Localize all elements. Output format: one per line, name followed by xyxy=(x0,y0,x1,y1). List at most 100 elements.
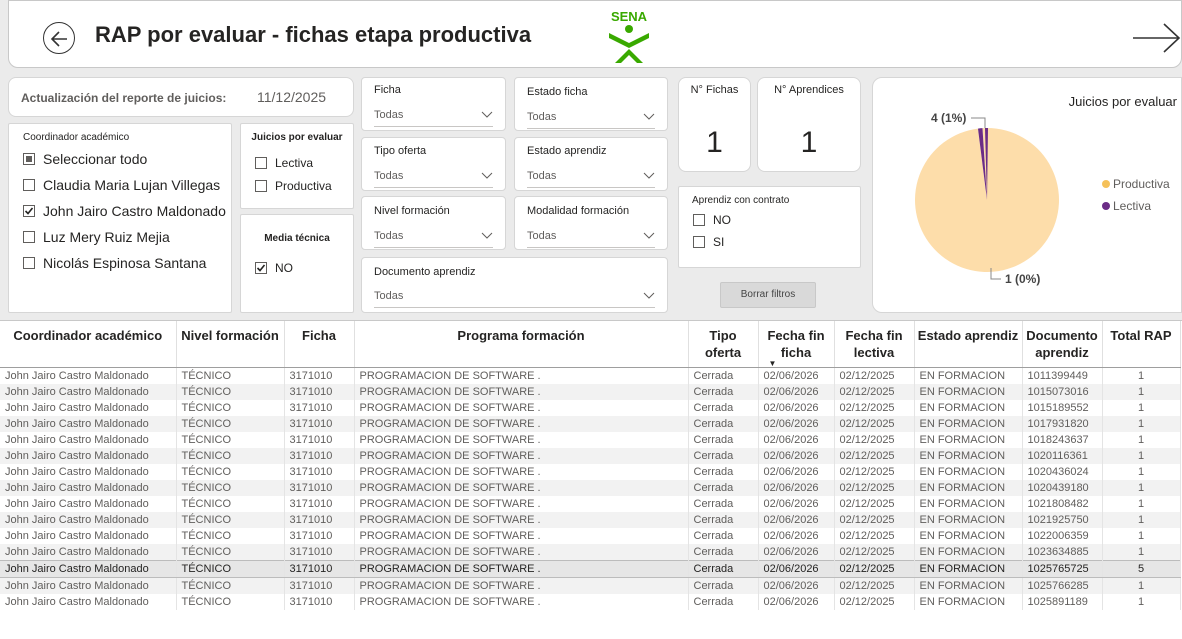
table-cell: 1015189552 xyxy=(1022,400,1103,416)
table-cell: EN FORMACION xyxy=(914,384,1023,400)
column-header[interactable]: Ficha xyxy=(284,321,355,368)
table-cell: 02/12/2025 xyxy=(834,496,915,512)
slicer-title: Coordinador académico xyxy=(23,132,130,143)
option-label: NO xyxy=(275,261,293,275)
modalidad-dropdown[interactable]: Todas xyxy=(527,226,655,248)
table-cell: PROGRAMACION DE SOFTWARE . xyxy=(354,384,689,400)
update-date-card: Actualización del reporte de juicios: 11… xyxy=(8,77,354,117)
table-cell: 02/12/2025 xyxy=(834,367,915,384)
table-header-row: Coordinador académico Nivel formación Fi… xyxy=(0,321,1181,368)
checkbox-icon[interactable] xyxy=(255,157,267,169)
column-header[interactable]: Nivel formación xyxy=(176,321,285,368)
clear-filters-button[interactable]: Borrar filtros xyxy=(720,282,816,308)
table-cell: TÉCNICO xyxy=(176,512,285,528)
column-header[interactable]: Tipo oferta xyxy=(688,321,759,368)
table-cell: PROGRAMACION DE SOFTWARE . xyxy=(354,544,689,561)
forward-arrow-icon[interactable] xyxy=(1131,21,1182,55)
table-row[interactable]: John Jairo Castro Maldonado TÉCNICO 317101… xyxy=(0,560,1181,578)
column-header[interactable]: Coordinador académico xyxy=(0,321,177,368)
table-cell: EN FORMACION xyxy=(914,432,1023,448)
filter-label: Estado ficha xyxy=(527,86,588,98)
leader-line xyxy=(971,117,986,128)
pie-data-label: 1 (0%) xyxy=(1005,272,1040,286)
contrato-option[interactable]: NO xyxy=(693,213,731,227)
checkbox-icon[interactable] xyxy=(23,257,35,269)
table-cell: 5 xyxy=(1102,560,1181,578)
estado-ficha-dropdown[interactable]: Todas xyxy=(527,107,655,129)
column-header[interactable]: Estado aprendiz xyxy=(914,321,1023,368)
table-cell: 1022006359 xyxy=(1022,528,1103,544)
table-cell: TÉCNICO xyxy=(176,367,285,384)
checkbox-icon[interactable] xyxy=(693,236,705,248)
filter-label: Documento aprendiz xyxy=(374,266,476,278)
legend-label[interactable]: Lectiva xyxy=(1113,199,1151,213)
table-row[interactable]: John Jairo Castro Maldonado TÉCNICO 317101… xyxy=(0,416,1181,432)
kpi-label: N° Fichas xyxy=(690,84,739,96)
checkbox-checked-icon[interactable] xyxy=(23,205,35,217)
column-header-sorted[interactable]: Fecha fin ficha ▼ xyxy=(758,321,835,368)
table-cell: Cerrada xyxy=(688,432,759,448)
table-cell: 02/06/2026 xyxy=(758,384,835,400)
table-cell: Cerrada xyxy=(688,448,759,464)
coordinador-option[interactable]: Luz Mery Ruiz Mejia xyxy=(23,229,170,245)
table-row[interactable]: John Jairo Castro Maldonado TÉCNICO 317101… xyxy=(0,432,1181,448)
filter-label: Nivel formación xyxy=(374,205,450,217)
select-all-option[interactable]: Seleccionar todo xyxy=(23,151,147,167)
estado-aprendiz-dropdown[interactable]: Todas xyxy=(527,166,655,188)
checkbox-icon[interactable] xyxy=(23,231,35,243)
table-row[interactable]: John Jairo Castro Maldonado TÉCNICO 317101… xyxy=(0,496,1181,512)
table-cell: 02/12/2025 xyxy=(834,464,915,480)
column-header[interactable]: Programa formación xyxy=(354,321,689,368)
column-header[interactable]: Fecha fin lectiva xyxy=(834,321,915,368)
table-row[interactable]: John Jairo Castro Maldonado TÉCNICO 317101… xyxy=(0,480,1181,496)
juicio-option[interactable]: Lectiva xyxy=(255,156,313,170)
table-cell: 3171010 xyxy=(284,480,355,496)
coordinador-option[interactable]: Claudia Maria Lujan Villegas xyxy=(23,177,220,193)
checkbox-icon[interactable] xyxy=(23,179,35,191)
nivel-formacion-dropdown[interactable]: Todas xyxy=(374,226,493,248)
juicio-option[interactable]: Productiva xyxy=(255,179,332,193)
documento-dropdown[interactable]: Todas xyxy=(374,286,655,308)
chevron-down-icon xyxy=(643,172,655,179)
table-cell: 1023634885 xyxy=(1022,544,1103,561)
column-header[interactable]: Total RAP xyxy=(1102,321,1181,368)
legend-label[interactable]: Productiva xyxy=(1113,177,1170,191)
table-row[interactable]: John Jairo Castro Maldonado TÉCNICO 317101… xyxy=(0,512,1181,528)
media-tecnica-option[interactable]: NO xyxy=(255,261,293,275)
back-arrow-circle-icon[interactable] xyxy=(43,22,75,54)
table-cell: TÉCNICO xyxy=(176,577,285,594)
checkbox-icon[interactable] xyxy=(255,180,267,192)
checkbox-checked-icon[interactable] xyxy=(255,262,267,274)
table-row[interactable]: John Jairo Castro Maldonado TÉCNICO 317101… xyxy=(0,577,1181,594)
table-row[interactable]: John Jairo Castro Maldonado TÉCNICO 317101… xyxy=(0,367,1181,384)
ficha-dropdown[interactable]: Todas xyxy=(374,105,493,127)
table-cell: 02/12/2025 xyxy=(834,384,915,400)
coordinador-option[interactable]: John Jairo Castro Maldonado xyxy=(23,203,226,219)
table-cell: 1020436024 xyxy=(1022,464,1103,480)
legend-marker xyxy=(1102,180,1110,188)
table-row[interactable]: John Jairo Castro Maldonado TÉCNICO 317101… xyxy=(0,528,1181,544)
table-cell: PROGRAMACION DE SOFTWARE . xyxy=(354,416,689,432)
table-row[interactable]: John Jairo Castro Maldonado TÉCNICO 317101… xyxy=(0,384,1181,400)
column-header[interactable]: Documento aprendiz xyxy=(1022,321,1103,368)
table-cell: EN FORMACION xyxy=(914,496,1023,512)
table-row[interactable]: John Jairo Castro Maldonado TÉCNICO 317101… xyxy=(0,464,1181,480)
ficha-filter: Ficha Todas xyxy=(361,77,506,131)
table-cell: 3171010 xyxy=(284,544,355,561)
sena-logo: SENA xyxy=(599,7,659,65)
coordinador-option[interactable]: Nicolás Espinosa Santana xyxy=(23,255,206,271)
table-cell: 02/12/2025 xyxy=(834,544,915,561)
checkbox-icon[interactable] xyxy=(693,214,705,226)
table-row[interactable]: John Jairo Castro Maldonado TÉCNICO 317101… xyxy=(0,594,1181,610)
table-row[interactable]: John Jairo Castro Maldonado TÉCNICO 317101… xyxy=(0,400,1181,416)
table-row[interactable]: John Jairo Castro Maldonado TÉCNICO 317101… xyxy=(0,448,1181,464)
table-cell: 3171010 xyxy=(284,512,355,528)
dropdown-value: Todas xyxy=(527,230,557,242)
contrato-option[interactable]: SI xyxy=(693,235,724,249)
checkbox-partial-icon[interactable] xyxy=(23,153,35,165)
table-cell: 3171010 xyxy=(284,560,355,578)
slicer-title: Aprendiz con contrato xyxy=(692,195,790,206)
table-cell: 1025891189 xyxy=(1022,594,1103,610)
tipo-oferta-dropdown[interactable]: Todas xyxy=(374,166,493,188)
table-row[interactable]: John Jairo Castro Maldonado TÉCNICO 317101… xyxy=(0,544,1181,561)
